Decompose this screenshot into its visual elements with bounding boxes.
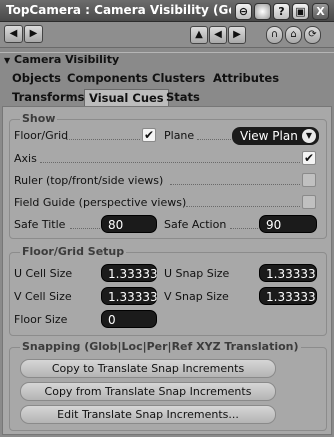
show-group-title: Show bbox=[20, 112, 58, 125]
refresh-icon[interactable]: ⟳ bbox=[304, 26, 321, 44]
section-title: Camera Visibility bbox=[14, 53, 120, 66]
axis-checkbox[interactable]: ✔ bbox=[302, 151, 316, 165]
tabs-row-2: Transforms Visual Cues Stats bbox=[0, 89, 334, 107]
plane-label: Plane bbox=[164, 129, 195, 142]
pin-icon[interactable]: ⌂ bbox=[285, 26, 302, 44]
copy-from-translate-snap-button[interactable]: Copy from Translate Snap Increments bbox=[20, 382, 276, 401]
ruler-label: Ruler (top/front/side views) bbox=[14, 174, 164, 187]
leader-dots bbox=[70, 228, 100, 229]
v-snap-size-label: V Snap Size bbox=[164, 290, 229, 303]
floor-size-input[interactable]: 0 bbox=[101, 310, 157, 328]
safe-title-label: Safe Title bbox=[14, 218, 66, 231]
title-bar: TopCamera : Camera Visibility (Gen... ⊖ … bbox=[0, 0, 334, 22]
left-arrow-icon[interactable]: ◀ bbox=[209, 26, 227, 44]
leader-dots bbox=[197, 139, 231, 140]
v-cell-size-label: V Cell Size bbox=[14, 290, 72, 303]
chevron-down-icon: ▼ bbox=[302, 129, 316, 143]
tab-content-panel: Show Floor/Grid ✔ Plane View Plan ▼ Axis… bbox=[2, 106, 332, 435]
plane-dropdown-value: View Plan bbox=[240, 129, 298, 143]
right-arrow-icon[interactable]: ▶ bbox=[228, 26, 246, 44]
floor-grid-setup-group: Floor/Grid Setup U Cell Size 1.33333 U S… bbox=[9, 245, 327, 336]
floor-grid-label: Floor/Grid bbox=[14, 129, 69, 142]
leader-dots bbox=[170, 184, 300, 185]
floor-grid-checkbox[interactable]: ✔ bbox=[142, 128, 156, 142]
tab-transforms[interactable]: Transforms bbox=[8, 89, 88, 107]
u-cell-size-input[interactable]: 1.33333 bbox=[101, 264, 158, 282]
window-title: TopCamera : Camera Visibility (Gen... bbox=[6, 3, 231, 17]
tab-objects[interactable]: Objects bbox=[8, 70, 65, 88]
help-icon[interactable]: ? bbox=[273, 3, 290, 20]
u-snap-size-label: U Snap Size bbox=[164, 267, 230, 280]
field-guide-label: Field Guide (perspective views) bbox=[14, 196, 187, 209]
leader-dots bbox=[40, 162, 300, 163]
floor-size-label: Floor Size bbox=[14, 313, 68, 326]
tabs-row-1: Objects Components Clusters Attributes bbox=[0, 70, 334, 88]
safe-title-input[interactable]: 80 bbox=[101, 215, 157, 233]
show-group: Show Floor/Grid ✔ Plane View Plan ▼ Axis… bbox=[9, 112, 327, 239]
tab-components[interactable]: Components bbox=[63, 70, 152, 88]
lock-icon[interactable]: ∩ bbox=[266, 26, 283, 44]
v-snap-size-input[interactable]: 1.33333 bbox=[259, 287, 317, 305]
property-section-header[interactable]: ▼ Camera Visibility bbox=[0, 52, 334, 67]
floor-grid-setup-title: Floor/Grid Setup bbox=[20, 245, 127, 258]
edit-translate-snap-button[interactable]: Edit Translate Snap Increments... bbox=[20, 405, 276, 424]
tab-visual-cues[interactable]: Visual Cues bbox=[84, 89, 169, 107]
scene-icon[interactable] bbox=[254, 3, 271, 20]
back-icon[interactable]: ◀ bbox=[4, 25, 23, 43]
minimize-icon[interactable]: ⊖ bbox=[235, 3, 252, 20]
safe-action-label: Safe Action bbox=[164, 218, 227, 231]
settings-icon[interactable]: ▣ bbox=[292, 3, 309, 20]
tab-stats[interactable]: Stats bbox=[162, 89, 204, 107]
toolbar: ◀ ▶ ▲ ◀ ▶ ∩ ⌂ ⟳ bbox=[0, 22, 334, 48]
v-cell-size-input[interactable]: 1.33333 bbox=[101, 287, 158, 305]
safe-action-input[interactable]: 90 bbox=[259, 215, 317, 233]
up-arrow-icon[interactable]: ▲ bbox=[190, 26, 208, 44]
close-button[interactable]: X bbox=[312, 3, 329, 20]
axis-label: Axis bbox=[14, 152, 37, 165]
leader-dots bbox=[66, 139, 140, 140]
snapping-title: Snapping (Glob|Loc|Per|Ref XYZ Translati… bbox=[20, 340, 301, 353]
u-snap-size-input[interactable]: 1.33333 bbox=[259, 264, 317, 282]
leader-dots bbox=[230, 228, 258, 229]
copy-to-translate-snap-button[interactable]: Copy to Translate Snap Increments bbox=[20, 359, 276, 378]
field-guide-checkbox[interactable] bbox=[302, 195, 316, 209]
collapse-icon[interactable]: ▼ bbox=[4, 56, 10, 65]
forward-icon[interactable]: ▶ bbox=[24, 25, 43, 43]
tab-attributes[interactable]: Attributes bbox=[209, 70, 283, 88]
tab-clusters[interactable]: Clusters bbox=[148, 70, 209, 88]
ruler-checkbox[interactable] bbox=[302, 173, 316, 187]
leader-dots bbox=[186, 206, 300, 207]
plane-dropdown[interactable]: View Plan ▼ bbox=[232, 127, 319, 145]
snapping-group: Snapping (Glob|Loc|Per|Ref XYZ Translati… bbox=[9, 340, 327, 431]
u-cell-size-label: U Cell Size bbox=[14, 267, 73, 280]
